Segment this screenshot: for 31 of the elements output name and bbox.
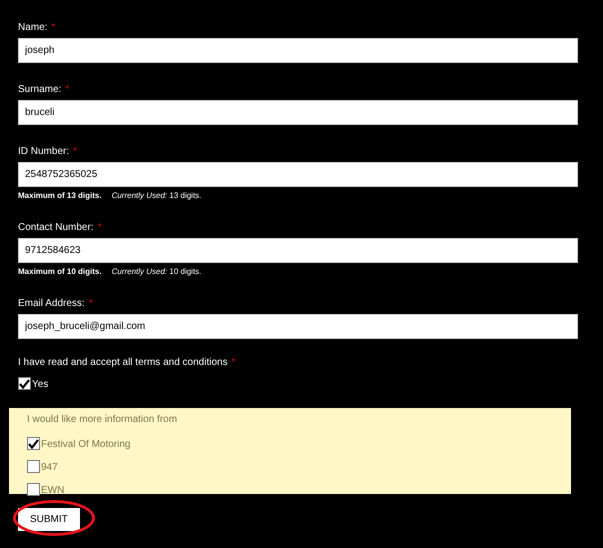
hint-text: Maximum of 13 digits. xyxy=(18,191,102,201)
usage-text: Currently Used: 13 digits. xyxy=(112,191,202,201)
option-label: 947 xyxy=(41,462,58,473)
required-mark: * xyxy=(232,357,236,369)
field-label: ID Number: xyxy=(18,145,70,158)
required-mark: * xyxy=(98,221,102,234)
option-label: EWN xyxy=(41,485,64,496)
required-mark: * xyxy=(51,21,56,34)
field-label: Email Address: xyxy=(18,297,85,310)
input-field[interactable]: 2548752365025 xyxy=(18,162,578,187)
input-field[interactable]: joseph xyxy=(18,38,578,63)
submit-button[interactable]: SUBMIT xyxy=(18,508,80,531)
input-field[interactable]: joseph_bruceli@gmail.com xyxy=(18,314,578,339)
terms-label: I have read and accept all terms and conditions xyxy=(18,357,228,369)
checkbox[interactable] xyxy=(27,460,40,473)
usage-text: Currently Used: 10 digits. xyxy=(112,267,202,277)
checkbox[interactable] xyxy=(27,483,40,496)
checkbox[interactable] xyxy=(18,377,31,390)
option-label: Yes xyxy=(32,379,48,390)
field-label: Contact Number: xyxy=(18,221,94,234)
field-label: Name: xyxy=(18,21,48,34)
required-mark: * xyxy=(65,83,70,96)
required-mark: * xyxy=(88,297,93,310)
required-mark: * xyxy=(73,145,78,158)
input-field[interactable]: bruceli xyxy=(18,100,578,125)
checkbox[interactable] xyxy=(27,437,40,450)
field-label: Surname: xyxy=(18,83,62,96)
input-field[interactable]: 9712584623 xyxy=(18,238,578,263)
hint-text: Maximum of 10 digits. xyxy=(18,267,102,277)
info-label: I would like more information from xyxy=(27,414,178,426)
option-label: Festival Of Motoring xyxy=(41,439,130,450)
